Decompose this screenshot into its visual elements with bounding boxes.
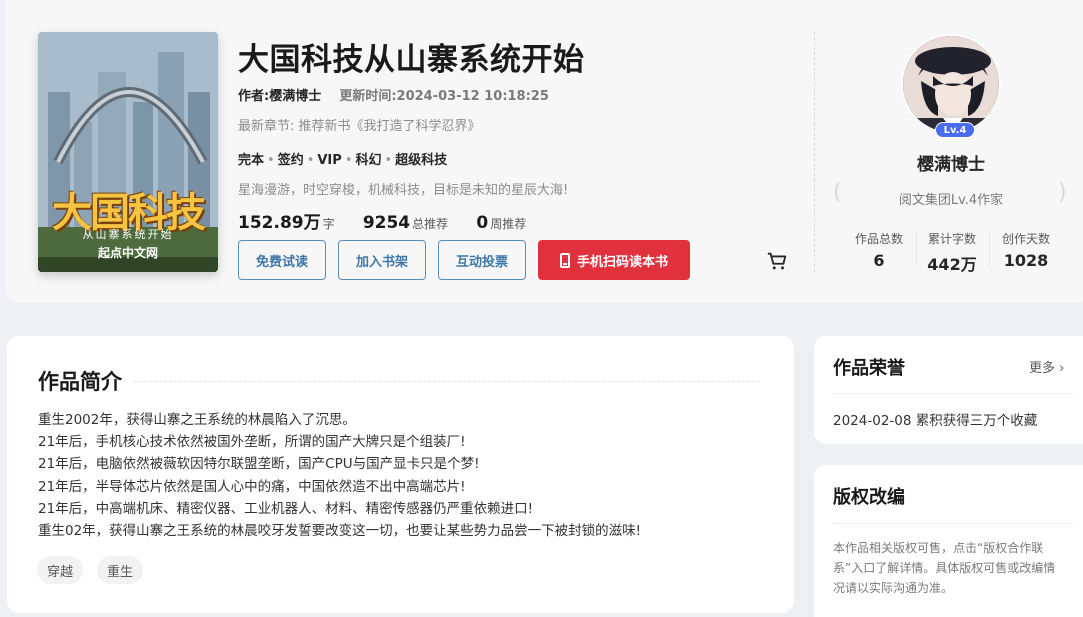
honor-divider bbox=[833, 393, 1073, 394]
cart-icon[interactable] bbox=[766, 250, 788, 272]
free-read-button[interactable]: 免费试读 bbox=[238, 240, 326, 280]
tag-dot: • bbox=[344, 153, 353, 168]
intro-line: 21年后，电脑依然被薇软因特尔联盟垄断，国产CPU与国产显卡只是个梦! bbox=[38, 456, 480, 473]
book-title: 大国科技从山寨系统开始 bbox=[238, 42, 585, 78]
header-divider bbox=[814, 32, 815, 272]
weekly-recommend-value: 0 bbox=[476, 213, 489, 233]
add-to-shelf-button[interactable]: 加入书架 bbox=[338, 240, 426, 280]
author-stat-value: 1028 bbox=[1003, 251, 1049, 270]
author-avatar[interactable] bbox=[901, 34, 1001, 134]
author-name[interactable]: 樱满博士 bbox=[851, 150, 1051, 175]
laurel-right-icon: ) bbox=[1058, 180, 1067, 205]
chevron-right-icon: › bbox=[1059, 361, 1065, 376]
author-stat-works: 作品总数 6 bbox=[848, 230, 910, 270]
author-level-badge: Lv.4 bbox=[935, 122, 975, 138]
cover-subtitle-text: 从山寨系统开始 bbox=[82, 228, 174, 241]
author-title: 阅文集团Lv.4作家 bbox=[898, 193, 1004, 208]
tag-genre[interactable]: 科幻 bbox=[355, 153, 381, 168]
stat-separator bbox=[916, 232, 917, 266]
honor-title: 作品荣誉 bbox=[833, 358, 905, 379]
update-time: 更新时间:2024-03-12 10:18:25 bbox=[339, 89, 549, 104]
tag-dot: • bbox=[306, 153, 315, 168]
weekly-recommend-unit: 周推荐 bbox=[490, 217, 527, 231]
intro-title: 作品简介 bbox=[38, 370, 122, 394]
author-stat-label: 创作天数 bbox=[1001, 232, 1050, 246]
intro-header-line bbox=[134, 380, 760, 382]
tag-vip: VIP bbox=[317, 153, 342, 168]
tag-signed: 签约 bbox=[277, 153, 304, 168]
laurel-left-icon: ( bbox=[833, 180, 842, 205]
tag-status: 完本 bbox=[238, 153, 265, 168]
tag-dot: • bbox=[267, 153, 275, 168]
book-tagline: 星海漫游，时空穿梭，机械科技，目标是未知的星辰大海! bbox=[238, 183, 569, 198]
tag-chip-transmigration[interactable]: 穿越 bbox=[37, 556, 84, 584]
phone-icon bbox=[559, 252, 570, 268]
honor-more-link[interactable]: 更多 › bbox=[1029, 357, 1064, 376]
honor-item: 2024-02-08 累积获得三万个收藏 bbox=[833, 413, 1038, 429]
book-meta-row: 作者:樱满博士 更新时间:2024-03-12 10:18:25 bbox=[238, 85, 549, 104]
tag-subgenre[interactable]: 超级科技 bbox=[395, 153, 447, 168]
author-stat-days: 创作天数 1028 bbox=[996, 230, 1056, 270]
tag-dot: • bbox=[384, 153, 393, 168]
copyright-title: 版权改编 bbox=[833, 487, 905, 508]
honor-more-label: 更多 bbox=[1029, 361, 1056, 376]
tag-chip-rebirth[interactable]: 重生 bbox=[97, 556, 144, 584]
word-count-value: 152.89万 bbox=[238, 213, 321, 233]
intro-text: 重生2002年，获得山寨之王系统的林晨陷入了沉思。 21年后，手机核心技术依然被… bbox=[38, 409, 641, 542]
intro-line: 21年后，半导体芯片依然是国人心中的痛，中国依然造不出中高端芯片! bbox=[38, 478, 466, 495]
intro-line: 21年后，中高端机床、精密仪器、工业机器人、材料、精密传感器仍严重依赖进口! bbox=[38, 500, 534, 517]
book-stats: 152.89万字 9254 总推荐 0 周推荐 bbox=[238, 208, 526, 233]
honor-card: 作品荣誉 更多 › 2024-02-08 累积获得三万个收藏 bbox=[814, 336, 1083, 444]
author-stat-value: 442万 bbox=[927, 255, 977, 274]
cover-brand-text: 起点中文网 bbox=[97, 246, 158, 260]
intro-line: 重生2002年，获得山寨之王系统的林晨陷入了沉思。 bbox=[38, 412, 356, 428]
book-tags-row: 完本 • 签约 • VIP • 科幻 • 超级科技 bbox=[238, 149, 447, 168]
author-stat-words: 累计字数 442万 bbox=[920, 230, 984, 275]
word-count-unit: 字 bbox=[322, 217, 335, 231]
vote-button[interactable]: 互动投票 bbox=[438, 240, 526, 280]
intro-card: 作品简介 重生2002年，获得山寨之王系统的林晨陷入了沉思。 21年后，手机核心… bbox=[7, 336, 794, 613]
avatar-art bbox=[903, 36, 999, 132]
total-recommend-value: 9254 bbox=[362, 213, 411, 233]
author-stat-value: 6 bbox=[873, 251, 885, 270]
mobile-scan-read-button[interactable]: 手机扫码读本书 bbox=[538, 240, 690, 280]
copyright-card: 版权改编 本作品相关版权可售，点击“版权合作联系”入口了解详情。具体版权可售或改… bbox=[814, 465, 1083, 617]
book-cover[interactable]: 大国科技 从山寨系统开始 起点中文网 bbox=[38, 32, 218, 272]
copyright-divider bbox=[833, 523, 1073, 524]
stat-separator bbox=[989, 232, 990, 266]
latest-chapter-link[interactable]: 最新章节: 推荐新书《我打造了科学忍界》 bbox=[238, 115, 481, 134]
intro-line: 21年后，手机核心技术依然被国外垄断，所谓的国产大牌只是个组装厂! bbox=[38, 434, 466, 451]
intro-header: 作品简介 bbox=[38, 366, 760, 396]
copyright-text[interactable]: 本作品相关版权可售，点击“版权合作联系”入口了解详情。具体版权可售或改编情况请以… bbox=[833, 538, 1067, 598]
intro-line: 重生02年，获得山寨之王系统的林晨咬牙发誓要改变这一切，也要让某些势力品尝一下被… bbox=[38, 523, 642, 540]
author-link[interactable]: 作者:樱满博士 bbox=[238, 89, 321, 104]
author-stat-label: 作品总数 bbox=[854, 232, 903, 246]
author-stat-label: 累计字数 bbox=[927, 232, 976, 246]
total-recommend-unit: 总推荐 bbox=[412, 217, 449, 231]
mobile-scan-read-label: 手机扫码读本书 bbox=[576, 254, 668, 270]
